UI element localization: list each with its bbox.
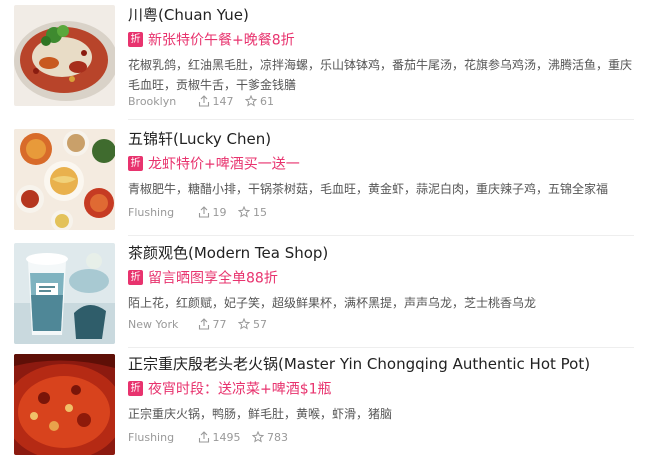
favorite-stat[interactable]: 57: [237, 317, 267, 331]
restaurant-item-chuan-yue[interactable]: 川粤(Chuan Yue) 折新张特价午餐+晚餐8折 花椒乳鸽，红油黑毛肚，凉拌…: [0, 0, 650, 112]
star-icon: [237, 317, 251, 330]
share-count: 19: [212, 206, 227, 219]
share-stat[interactable]: 147: [198, 95, 234, 108]
thumbnail-spicy-fish[interactable]: [14, 5, 115, 106]
favorite-count: 57: [253, 318, 267, 331]
share-count: 1495: [212, 431, 241, 444]
divider: [128, 235, 634, 236]
favorite-count: 783: [267, 431, 288, 444]
discount-badge: 折: [128, 32, 143, 47]
star-icon: [237, 205, 251, 218]
thumbnail-tea-cup[interactable]: [14, 243, 115, 344]
promo-text[interactable]: 留言晒图享全单88折: [148, 271, 278, 287]
share-icon: [198, 95, 209, 107]
promo-text[interactable]: 夜宵时段：送凉菜+啤酒$1瓶: [148, 382, 332, 398]
share-icon: [198, 431, 209, 443]
location-label: Brooklyn: [128, 95, 177, 108]
meta-row: Flushing 1495 783: [128, 430, 288, 444]
dish-list: 青椒肥牛，糖醋小排，干锅茶树菇，毛血旺，黄金虾，蒜泥白肉，重庆辣子鸡，五锦全家福: [128, 182, 609, 196]
thumbnail-table-spread[interactable]: [14, 129, 115, 230]
promo-row[interactable]: 折新张特价午餐+晚餐8折: [128, 29, 295, 50]
meta-row: Brooklyn 147 61: [128, 94, 274, 108]
location-label: Flushing: [128, 206, 175, 219]
favorite-count: 15: [253, 206, 267, 219]
thumbnail-hot-pot[interactable]: [14, 354, 115, 455]
share-stat[interactable]: 19: [198, 206, 227, 219]
restaurant-name[interactable]: 五锦轩(Lucky Chen): [128, 128, 271, 149]
share-icon: [198, 318, 209, 330]
restaurant-name[interactable]: 茶颜观色(Modern Tea Shop): [128, 242, 328, 263]
divider: [128, 347, 634, 348]
discount-badge: 折: [128, 270, 143, 285]
meta-row: Flushing 19 15: [128, 205, 267, 219]
star-icon: [251, 430, 265, 443]
location-label: New York: [128, 318, 179, 331]
restaurant-item-lucky-chen[interactable]: 五锦轩(Lucky Chen) 折龙虾特价+啤酒买一送一 青椒肥牛，糖醋小排，干…: [0, 124, 650, 236]
favorite-stat[interactable]: 783: [251, 430, 288, 444]
divider: [128, 119, 634, 120]
discount-badge: 折: [128, 156, 143, 171]
promo-row[interactable]: 折留言晒图享全单88折: [128, 267, 278, 288]
share-stat[interactable]: 1495: [198, 431, 241, 444]
restaurant-item-modern-tea-shop[interactable]: 茶颜观色(Modern Tea Shop) 折留言晒图享全单88折 陌上花，红颜…: [0, 238, 650, 350]
share-icon: [198, 206, 209, 218]
share-count: 147: [212, 95, 234, 108]
promo-text[interactable]: 新张特价午餐+晚餐8折: [148, 33, 295, 49]
promo-row[interactable]: 折龙虾特价+啤酒买一送一: [128, 153, 300, 174]
location-label: Flushing: [128, 431, 175, 444]
dish-list: 陌上花，红颜赋，妃子笑，超级鲜果杯，满杯黑提，声声乌龙，芝士桃香乌龙: [128, 296, 537, 310]
discount-badge: 折: [128, 381, 143, 396]
star-icon: [244, 94, 258, 107]
share-stat[interactable]: 77: [198, 318, 227, 331]
favorite-count: 61: [260, 95, 274, 108]
promo-row[interactable]: 折夜宵时段：送凉菜+啤酒$1瓶: [128, 378, 332, 399]
favorite-stat[interactable]: 15: [237, 205, 267, 219]
promo-text[interactable]: 龙虾特价+啤酒买一送一: [148, 157, 300, 173]
restaurant-name[interactable]: 正宗重庆殷老头老火锅(Master Yin Chongqing Authenti…: [128, 353, 590, 374]
meta-row: New York 77 57: [128, 317, 267, 331]
restaurant-name[interactable]: 川粤(Chuan Yue): [128, 4, 249, 25]
restaurant-item-master-yin-hot-pot[interactable]: 正宗重庆殷老头老火锅(Master Yin Chongqing Authenti…: [0, 349, 650, 461]
favorite-stat[interactable]: 61: [244, 94, 274, 108]
share-count: 77: [212, 318, 227, 331]
restaurant-list: 川粤(Chuan Yue) 折新张特价午餐+晚餐8折 花椒乳鸽，红油黑毛肚，凉拌…: [0, 0, 650, 455]
dish-list: 花椒乳鸽，红油黑毛肚，凉拌海螺，乐山钵钵鸡，番茄牛尾汤，花旗参乌鸡汤，沸腾活鱼，…: [128, 58, 633, 92]
dish-list: 正宗重庆火锅，鸭肠，鲜毛肚，黄喉，虾滑，猪脑: [128, 407, 393, 421]
